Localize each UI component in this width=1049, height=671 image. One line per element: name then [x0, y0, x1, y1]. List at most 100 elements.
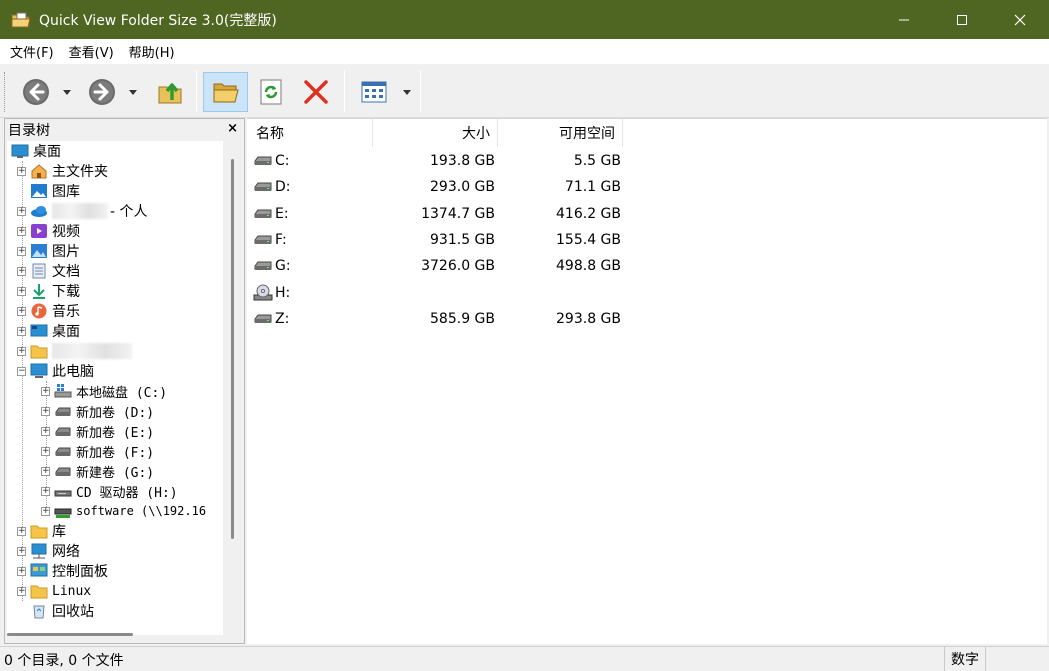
delete-button[interactable]: [296, 72, 336, 112]
tree-node[interactable]: + 新加卷 (D:): [41, 401, 154, 421]
expand-icon[interactable]: +: [17, 586, 26, 596]
tree-horizontal-scrollbar[interactable]: [7, 631, 223, 639]
tree-node[interactable]: − 此电脑: [17, 361, 94, 381]
expand-icon[interactable]: +: [41, 506, 50, 516]
open-folder-icon: [213, 83, 239, 103]
expand-icon[interactable]: +: [17, 306, 26, 316]
tree-view[interactable]: 桌面 + 主文件夹 图库 + - 个人 + 视频 + 图片 + 文档 + 下载 …: [7, 141, 223, 635]
drive-list: 名称 大小 可用空间 C: 193.8 GB 5.5 GB D: 293.0 GB 71.…: [247, 118, 1047, 644]
expand-icon[interactable]: +: [41, 466, 50, 476]
table-row[interactable]: D: 293.0 GB 71.1 GB: [247, 174, 627, 200]
expand-icon[interactable]: +: [17, 566, 26, 576]
table-row[interactable]: C: 193.8 GB 5.5 GB: [247, 148, 627, 174]
collapse-icon[interactable]: −: [17, 366, 26, 376]
expand-icon[interactable]: +: [17, 546, 26, 556]
folders-toggle-button[interactable]: [203, 72, 248, 112]
tree-node[interactable]: + 视频: [17, 221, 80, 241]
tree-node[interactable]: + 文档: [17, 261, 80, 281]
back-button[interactable]: [16, 72, 56, 112]
tree-node[interactable]: + 桌面: [17, 321, 80, 341]
tree-node[interactable]: 图库: [30, 181, 80, 201]
expand-icon[interactable]: +: [41, 486, 50, 496]
tree-node[interactable]: + CD 驱动器 (H:): [41, 481, 178, 501]
expand-icon[interactable]: +: [41, 446, 50, 456]
view-mode-dropdown[interactable]: [400, 72, 414, 112]
tree-node[interactable]: + 本地磁盘 (C:): [41, 381, 167, 401]
tree-node[interactable]: + 新加卷 (E:): [41, 421, 154, 441]
expand-icon[interactable]: +: [41, 426, 50, 436]
table-row[interactable]: E: 1374.7 GB 416.2 GB: [247, 201, 627, 227]
tree-node[interactable]: + 音乐: [17, 301, 80, 321]
expand-icon[interactable]: +: [17, 206, 26, 216]
table-row[interactable]: F: 931.5 GB 155.4 GB: [247, 227, 627, 253]
tree-node-label: 文档: [52, 264, 80, 280]
scrollbar-thumb[interactable]: [231, 159, 234, 539]
drive-free-space: 416.2 GB: [556, 205, 621, 222]
tree-node[interactable]: 桌面: [11, 141, 61, 161]
scrollbar-thumb[interactable]: [7, 633, 133, 636]
music-icon: [30, 303, 48, 319]
forward-dropdown[interactable]: [126, 72, 140, 112]
expand-icon[interactable]: +: [17, 526, 26, 536]
close-button[interactable]: [991, 0, 1049, 39]
table-row[interactable]: H:: [247, 280, 627, 306]
app-folder-icon: [11, 12, 31, 28]
expand-icon[interactable]: +: [41, 386, 50, 396]
expand-icon[interactable]: +: [17, 346, 26, 356]
tree-node-label: 桌面: [52, 324, 80, 340]
minimize-button[interactable]: [875, 0, 933, 39]
tree-node[interactable]: + 主文件夹: [17, 161, 108, 181]
tree-node[interactable]: + - 个人: [17, 201, 148, 221]
expand-icon[interactable]: +: [17, 166, 26, 176]
expand-icon[interactable]: +: [17, 226, 26, 236]
tree-node[interactable]: + 新加卷 (F:): [41, 441, 154, 461]
tree-header: 目录树 ×: [5, 119, 244, 140]
drive-name: F:: [275, 231, 287, 248]
tree-node[interactable]: 回收站: [30, 601, 94, 621]
system-drive-icon: [54, 383, 72, 399]
back-dropdown[interactable]: [60, 72, 74, 112]
expand-icon[interactable]: +: [17, 266, 26, 276]
tree-node[interactable]: +: [17, 341, 132, 361]
tree-vertical-scrollbar[interactable]: [224, 141, 242, 635]
expand-icon[interactable]: +: [17, 326, 26, 336]
menu-help[interactable]: 帮助(H): [123, 42, 181, 61]
drive-icon: [54, 423, 72, 439]
tree-node[interactable]: + 新建卷 (G:): [41, 461, 154, 481]
status-bar: 0 个目录, 0 个文件 数字: [0, 646, 1049, 671]
tree-node[interactable]: + 网络: [17, 541, 80, 561]
view-mode-button[interactable]: [354, 72, 394, 112]
drive-size: 1374.7 GB: [421, 205, 495, 222]
numlock-indicator: 数字: [944, 647, 986, 671]
column-header-free[interactable]: 可用空间: [498, 119, 623, 147]
tree-node[interactable]: + 控制面板: [17, 561, 108, 581]
tree-node[interactable]: + software (\\192.16: [41, 501, 206, 521]
menu-file[interactable]: 文件(F): [4, 42, 60, 61]
expand-icon[interactable]: +: [17, 286, 26, 296]
title-bar: Quick View Folder Size 3.0(完整版): [0, 0, 1049, 39]
tree-close-button[interactable]: ×: [227, 121, 238, 136]
chevron-down-icon: [403, 89, 411, 95]
menu-view[interactable]: 查看(V): [63, 42, 120, 61]
tree-node[interactable]: + Linux: [17, 581, 91, 601]
tree-node-label: CD 驱动器 (H:): [76, 485, 178, 501]
forward-button[interactable]: [82, 72, 122, 112]
column-header-name[interactable]: 名称: [247, 119, 373, 147]
column-header-size[interactable]: 大小: [373, 119, 498, 147]
tree-node[interactable]: + 图片: [17, 241, 80, 261]
maximize-button[interactable]: [933, 0, 991, 39]
expand-icon[interactable]: +: [41, 406, 50, 416]
tree-node[interactable]: + 库: [17, 521, 66, 541]
toolbar-grip[interactable]: [4, 72, 7, 112]
table-row[interactable]: G: 3726.0 GB 498.8 GB: [247, 253, 627, 279]
cd-drive-icon: [253, 284, 275, 302]
table-row[interactable]: Z: 585.9 GB 293.8 GB: [247, 306, 627, 332]
up-folder-button[interactable]: [150, 72, 190, 112]
up-folder-icon: [158, 83, 182, 104]
tree-node-label: Linux: [52, 583, 92, 599]
refresh-button[interactable]: [252, 72, 290, 112]
drive-size: 193.8 GB: [430, 153, 495, 169]
expand-icon[interactable]: +: [17, 246, 26, 256]
tree-node[interactable]: + 下载: [17, 281, 80, 301]
drive-name-cell: H:: [253, 280, 290, 306]
